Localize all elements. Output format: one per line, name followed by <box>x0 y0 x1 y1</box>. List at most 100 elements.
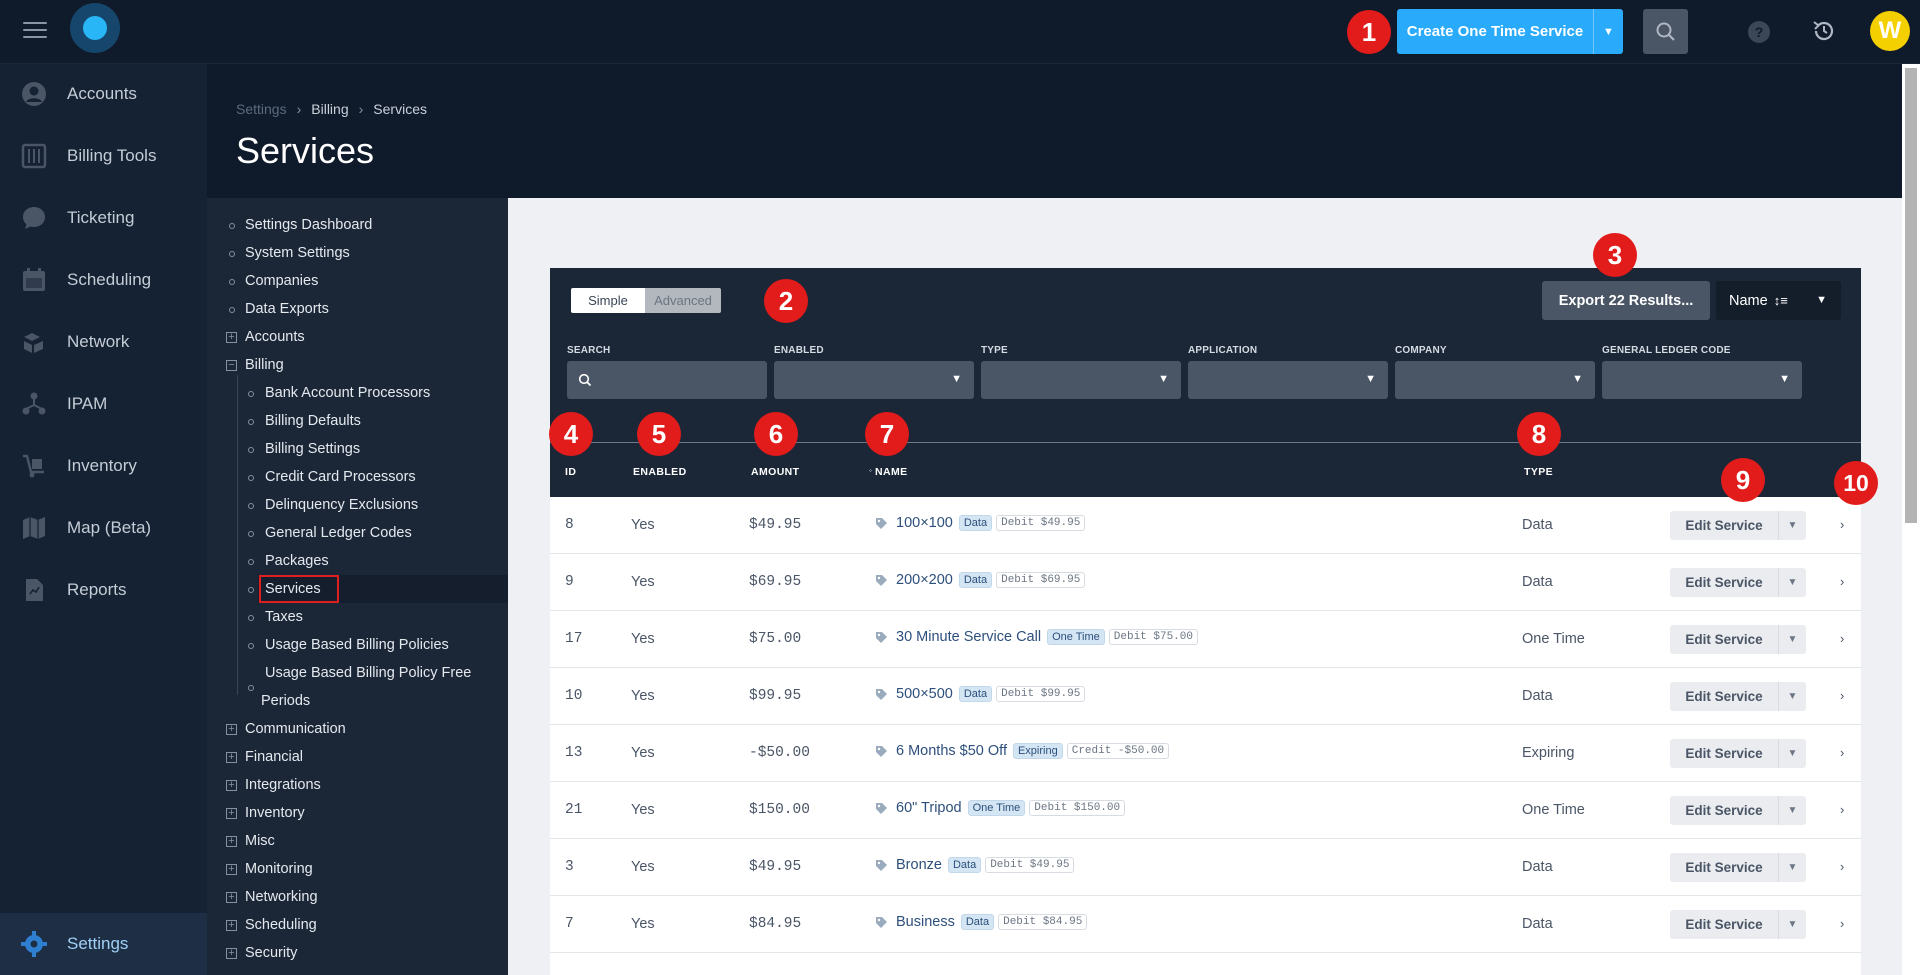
expand-icon[interactable]: + <box>226 780 237 791</box>
tree-item-scheduling[interactable]: Scheduling <box>245 917 317 933</box>
edit-service-button[interactable]: Edit Service ▼ <box>1670 910 1806 939</box>
chevron-down-icon[interactable]: ▼ <box>1593 9 1623 54</box>
edit-service-button[interactable]: Edit Service ▼ <box>1670 625 1806 654</box>
nav-item-scheduling[interactable]: Scheduling <box>0 256 207 304</box>
tree-item-general-ledger-codes[interactable]: General Ledger Codes <box>265 525 412 541</box>
scrollbar-thumb[interactable] <box>1905 68 1917 523</box>
search-button[interactable] <box>1643 9 1688 54</box>
chevron-right-icon[interactable]: › <box>1840 574 1844 589</box>
tree-item-settings-dashboard[interactable]: Settings Dashboard <box>245 217 372 233</box>
edit-service-label[interactable]: Edit Service <box>1670 853 1778 882</box>
chevron-down-icon[interactable]: ▼ <box>1778 568 1806 597</box>
service-name-link[interactable]: 500×500 <box>896 686 953 702</box>
edit-service-button[interactable]: Edit Service ▼ <box>1670 511 1806 540</box>
service-name-link[interactable]: Bronze <box>896 857 942 873</box>
chevron-down-icon[interactable]: ▼ <box>1778 625 1806 654</box>
column-header-id[interactable]: ID <box>565 466 576 478</box>
column-header-amount[interactable]: AMOUNT <box>751 466 799 478</box>
chevron-down-icon[interactable]: ▼ <box>1778 511 1806 540</box>
tree-item-usage-based-billing-policy-free[interactable]: Usage Based Billing Policy Free <box>265 665 471 681</box>
edit-service-label[interactable]: Edit Service <box>1670 910 1778 939</box>
export-results-button[interactable]: Export 22 Results... <box>1542 281 1710 320</box>
tree-item-taxes[interactable]: Taxes <box>265 609 303 625</box>
nav-item-reports[interactable]: Reports <box>0 566 207 614</box>
breadcrumb-settings[interactable]: Settings <box>236 101 287 117</box>
tree-item-billing-settings[interactable]: Billing Settings <box>265 441 360 457</box>
chevron-down-icon[interactable]: ▼ <box>1778 853 1806 882</box>
chevron-right-icon[interactable]: › <box>1840 517 1844 532</box>
edit-service-button[interactable]: Edit Service ▼ <box>1670 682 1806 711</box>
nav-item-billing-tools[interactable]: Billing Tools <box>0 132 207 180</box>
search-mode-toggle[interactable]: Simple Advanced <box>571 288 721 313</box>
history-icon[interactable] <box>1810 17 1838 45</box>
tree-item-misc[interactable]: Misc <box>245 833 275 849</box>
nav-item-settings[interactable]: Settings <box>0 913 207 975</box>
chevron-right-icon[interactable]: › <box>1840 745 1844 760</box>
create-one-time-service-button[interactable]: Create One Time Service ▼ <box>1397 9 1623 54</box>
edit-service-button[interactable]: Edit Service ▼ <box>1670 568 1806 597</box>
table-row[interactable]: 3 Yes $49.95 Bronze Data Debit $49.95 Da… <box>550 839 1861 896</box>
tree-item-packages[interactable]: Packages <box>265 553 329 569</box>
enabled-select[interactable]: ▼ <box>774 361 974 399</box>
tree-item-networking[interactable]: Networking <box>245 889 318 905</box>
breadcrumb-billing[interactable]: Billing <box>311 101 348 117</box>
table-row[interactable]: 8 Yes $49.95 100×100 Data Debit $49.95 D… <box>550 497 1861 554</box>
service-name-link[interactable]: 200×200 <box>896 572 953 588</box>
edit-service-label[interactable]: Edit Service <box>1670 682 1778 711</box>
chevron-down-icon[interactable]: ▼ <box>1778 796 1806 825</box>
collapse-icon[interactable]: − <box>226 360 237 371</box>
tree-item-usage-based-billing-policies[interactable]: Usage Based Billing Policies <box>265 637 449 653</box>
tree-item-system-settings[interactable]: System Settings <box>245 245 350 261</box>
edit-service-label[interactable]: Edit Service <box>1670 511 1778 540</box>
chevron-right-icon[interactable]: › <box>1840 859 1844 874</box>
search-input[interactable] <box>567 361 767 399</box>
tree-item-companies[interactable]: Companies <box>245 273 318 289</box>
general-ledger-code-select[interactable]: ▼ <box>1602 361 1802 399</box>
chevron-down-icon[interactable]: ▼ <box>1778 739 1806 768</box>
nav-item-ipam[interactable]: IPAM <box>0 380 207 428</box>
table-row[interactable]: 7 Yes $84.95 Business Data Debit $84.95 … <box>550 896 1861 953</box>
advanced-toggle[interactable]: Advanced <box>645 288 721 313</box>
edit-service-label[interactable]: Edit Service <box>1670 625 1778 654</box>
expand-icon[interactable]: + <box>226 332 237 343</box>
tree-item-financial[interactable]: Financial <box>245 749 303 765</box>
table-row[interactable]: 21 Yes $150.00 60" Tripod One Time Debit… <box>550 782 1861 839</box>
expand-icon[interactable]: + <box>226 948 237 959</box>
sort-select[interactable]: Name ↕≡ ▼ <box>1716 281 1841 320</box>
user-avatar[interactable]: W <box>1870 11 1910 51</box>
tree-item-periods[interactable]: Periods <box>261 693 310 709</box>
column-header-type[interactable]: TYPE <box>1524 466 1553 478</box>
nav-item-inventory[interactable]: Inventory <box>0 442 207 490</box>
column-header-enabled[interactable]: ENABLED <box>633 466 687 478</box>
tree-item-security[interactable]: Security <box>245 945 297 961</box>
column-header-name[interactable]: NAME <box>875 466 908 478</box>
expand-icon[interactable]: + <box>226 836 237 847</box>
chevron-down-icon[interactable]: ▼ <box>1778 682 1806 711</box>
expand-icon[interactable]: + <box>226 892 237 903</box>
chevron-right-icon[interactable]: › <box>1840 631 1844 646</box>
tree-item-integrations[interactable]: Integrations <box>245 777 321 793</box>
service-name-link[interactable]: 100×100 <box>896 515 953 531</box>
edit-service-label[interactable]: Edit Service <box>1670 568 1778 597</box>
expand-icon[interactable]: + <box>226 752 237 763</box>
expand-icon[interactable]: + <box>226 724 237 735</box>
table-row[interactable]: 10 Yes $99.95 500×500 Data Debit $99.95 … <box>550 668 1861 725</box>
create-button-label[interactable]: Create One Time Service <box>1397 9 1593 54</box>
expand-icon[interactable]: + <box>226 808 237 819</box>
expand-icon[interactable]: + <box>226 864 237 875</box>
table-row[interactable]: 17 Yes $75.00 30 Minute Service Call One… <box>550 611 1861 668</box>
chevron-right-icon[interactable]: › <box>1840 802 1844 817</box>
tree-item-data-exports[interactable]: Data Exports <box>245 301 329 317</box>
edit-service-button[interactable]: Edit Service ▼ <box>1670 853 1806 882</box>
nav-item-ticketing[interactable]: Ticketing <box>0 194 207 242</box>
tree-item-billing[interactable]: Billing <box>245 357 284 373</box>
table-row[interactable]: 9 Yes $69.95 200×200 Data Debit $69.95 D… <box>550 554 1861 611</box>
service-name-link[interactable]: Business <box>896 914 955 930</box>
page-scrollbar[interactable] <box>1902 64 1920 975</box>
edit-service-button[interactable]: Edit Service ▼ <box>1670 796 1806 825</box>
tree-item-monitoring[interactable]: Monitoring <box>245 861 313 877</box>
nav-item-network[interactable]: Network <box>0 318 207 366</box>
type-select[interactable]: ▼ <box>981 361 1181 399</box>
service-name-link[interactable]: 30 Minute Service Call <box>896 629 1041 645</box>
chevron-right-icon[interactable]: › <box>1840 688 1844 703</box>
